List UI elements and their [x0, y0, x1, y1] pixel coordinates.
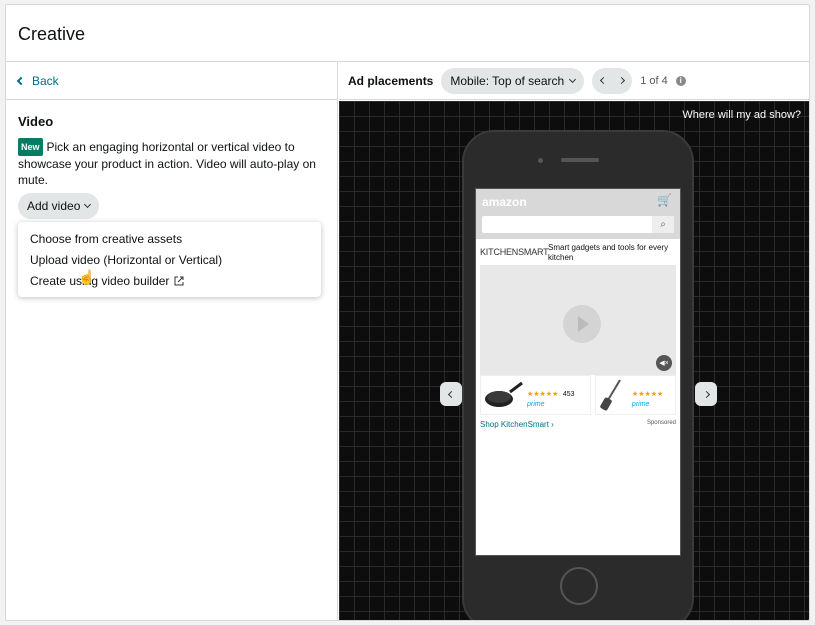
back-label: Back [32, 73, 59, 88]
carousel-next-button[interactable] [695, 382, 717, 406]
menu-item-label: Create using video builder [30, 273, 170, 288]
menu-item-label: Upload video (Horizontal or Vertical) [30, 252, 223, 267]
next-placement-button[interactable] [612, 70, 630, 92]
chevron-down-icon [84, 200, 92, 209]
shop-row: Shop KitchenSmart › Sponsored [476, 415, 680, 429]
search-icon: ⌕ [652, 216, 674, 233]
placement-selected-value: Mobile: Top of search [450, 73, 565, 88]
video-heading: Video [18, 114, 54, 129]
external-link-icon [174, 276, 184, 285]
menu-item-label: Choose from creative assets [30, 231, 183, 246]
creative-panel: Creative Back Video New Pick an engaging … [5, 4, 810, 621]
brand-tagline: Smart gadgets and tools for every kitche… [548, 243, 669, 262]
menu-item-choose-assets[interactable]: Choose from creative assets [18, 228, 321, 249]
brand-row: KITCHENSMART Smart gadgets and tools for… [476, 239, 680, 265]
add-video-button[interactable]: Add video [18, 193, 100, 219]
prime-badge: prime [527, 400, 545, 408]
product-card: ★★★★★ 453 prime [480, 375, 591, 415]
prime-badge: prime [631, 400, 650, 408]
camera-icon [538, 158, 543, 163]
sponsored-label: Sponsored [646, 420, 676, 426]
chevron-left-icon [16, 76, 26, 85]
ad-placements-label: Ad placements [348, 73, 434, 88]
right-column: Ad placements Mobile: Top of search 1 of… [339, 62, 809, 620]
video-section: Video New Pick an engaging horizontal or … [6, 100, 337, 233]
amazon-header: amazon 🛒 ⌕ [476, 189, 680, 239]
brand-logo: KITCHENSMART [480, 247, 549, 257]
left-column: Back Video New Pick an engaging horizonta… [6, 62, 338, 620]
star-rating-icon: ★★★★★ [527, 390, 559, 398]
frying-pan-image [485, 381, 523, 407]
product-carousel: ★★★★★ 453 prime ★★★★★ prime [480, 375, 676, 415]
add-video-menu: Choose from creative assets Upload video… [18, 222, 321, 297]
placement-nav [592, 67, 633, 94]
spatula-image [600, 379, 621, 411]
carousel-previous-button[interactable] [440, 382, 462, 406]
add-video-label: Add video [27, 199, 81, 213]
info-icon[interactable]: i [675, 75, 686, 86]
menu-item-video-builder[interactable]: Create using video builder [18, 270, 321, 291]
placement-page-count: 1 of 4 [640, 74, 668, 87]
cart-icon: 🛒 [657, 193, 672, 207]
chevron-down-icon [569, 75, 577, 83]
mute-icon: ◀× [656, 355, 672, 371]
chevron-left-icon [599, 76, 607, 85]
hand-cursor-icon: ☝ [78, 269, 96, 285]
phone-mockup: amazon 🛒 ⌕ KITCHENSMART Smart gadgets an… [462, 130, 694, 620]
new-badge: New [18, 138, 43, 156]
play-icon [563, 305, 601, 343]
amazon-search-bar: ⌕ [482, 216, 674, 233]
where-will-my-ad-show-link[interactable]: Where will my ad show? [682, 109, 801, 121]
placement-bar: Ad placements Mobile: Top of search 1 of… [339, 62, 809, 100]
placement-select[interactable]: Mobile: Top of search [441, 67, 585, 94]
chevron-right-icon [617, 76, 625, 85]
star-rating-icon: ★★★★★ [631, 390, 664, 398]
video-description-text: Pick an engaging horizontal or vertical … [18, 140, 316, 187]
chevron-left-icon [447, 390, 455, 398]
page-title: Creative [6, 5, 809, 62]
back-link[interactable]: Back [6, 62, 337, 100]
phone-screen: amazon 🛒 ⌕ KITCHENSMART Smart gadgets an… [475, 188, 681, 556]
home-button-icon [560, 567, 598, 605]
video-description: New Pick an engaging horizontal or vertic… [18, 138, 325, 188]
video-placeholder: ◀× [480, 265, 676, 375]
menu-item-upload-video[interactable]: Upload video (Horizontal or Vertical) [18, 249, 321, 270]
rating-count: 453 [562, 390, 575, 398]
chevron-right-icon [702, 390, 710, 398]
product-card: ★★★★★ prime [594, 375, 676, 415]
ad-preview: Where will my ad show? amazon 🛒 ⌕ KITCHE… [339, 101, 809, 620]
previous-placement-button[interactable] [594, 70, 612, 92]
speaker-icon [561, 158, 599, 162]
amazon-logo: amazon [482, 195, 527, 209]
shop-brand-link: Shop KitchenSmart › [480, 420, 554, 429]
